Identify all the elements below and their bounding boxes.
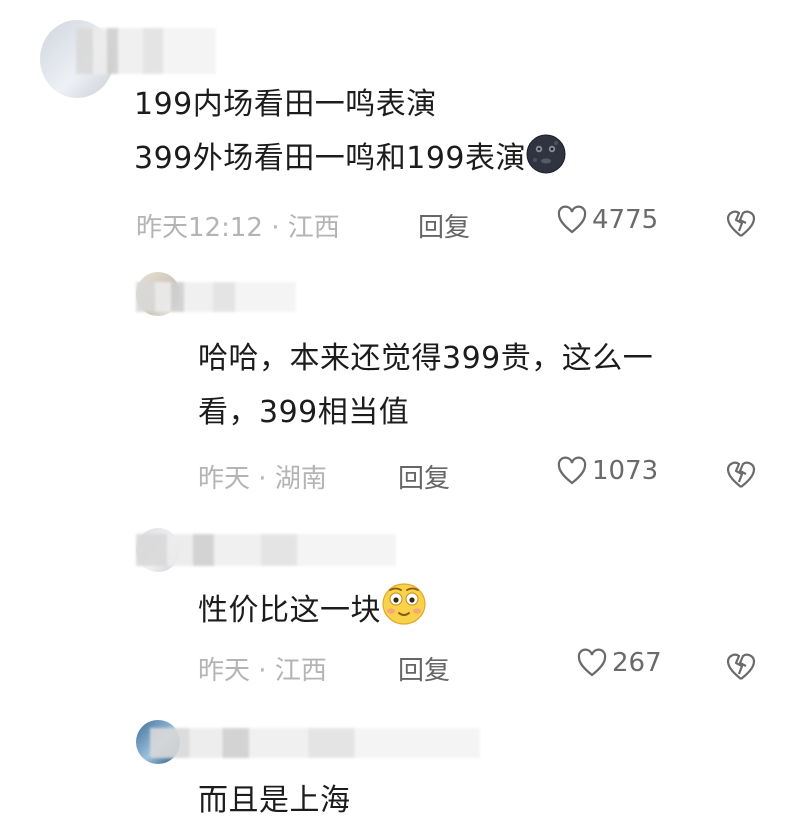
username[interactable] [136, 282, 296, 312]
comment-meta: 昨天12:12 · 江西 [136, 207, 340, 244]
broken-heart-icon[interactable] [724, 207, 758, 239]
comment-item: 哈哈，本来还觉得399贵，这么一 看，399相当值 昨天 · 湖南 回复 107… [0, 260, 800, 510]
reply-button[interactable]: 回复 [398, 650, 450, 687]
comment-line: 看，399相当值 [198, 395, 410, 430]
comment-time: 昨天 [198, 656, 251, 686]
moon-face-icon [526, 134, 566, 192]
comment-item: 199内场看田一鸣表演 399外场看田一鸣和199表演 昨天12:12 · 江西… [0, 0, 800, 250]
like-button[interactable]: 1073 [556, 456, 658, 486]
comment-text: 而且是上海 [198, 774, 351, 828]
comment-line: 性价比这一块 [198, 582, 427, 644]
flushed-face-icon [381, 582, 427, 644]
comment-time: 昨天12:12 [136, 213, 263, 243]
comment-location: 江西 [287, 213, 340, 243]
comment-location: 江西 [274, 656, 327, 686]
reply-button[interactable]: 回复 [418, 207, 470, 244]
like-count: 4775 [592, 205, 659, 235]
comment-meta: 昨天 · 湖南 [198, 458, 327, 495]
username[interactable] [136, 534, 396, 566]
meta-separator: · [271, 213, 280, 243]
broken-heart-icon[interactable] [724, 458, 758, 490]
comment-line: 哈哈，本来还觉得399贵，这么一 [198, 341, 654, 376]
username[interactable] [150, 728, 480, 758]
username[interactable] [76, 28, 216, 74]
like-count: 1073 [592, 456, 659, 486]
reply-button[interactable]: 回复 [398, 458, 450, 495]
comment-line: 399外场看田一鸣和199表演 [134, 132, 566, 192]
broken-heart-icon[interactable] [724, 650, 758, 682]
meta-separator: · [258, 464, 267, 494]
heart-icon [577, 648, 607, 677]
like-button[interactable]: 267 [576, 648, 662, 678]
meta-separator: · [258, 656, 267, 686]
heart-icon [557, 205, 587, 234]
comment-text: 哈哈，本来还觉得399贵，这么一 看，399相当值 [198, 332, 653, 440]
comment-text: 性价比这一块 [198, 582, 427, 644]
comment-time: 昨天 [198, 464, 251, 494]
comment-location: 湖南 [274, 464, 327, 494]
like-button[interactable]: 4775 [556, 205, 658, 235]
comment-meta: 昨天 · 江西 [198, 650, 327, 687]
comment-text: 199内场看田一鸣表演 399外场看田一鸣和199表演 [134, 78, 566, 192]
comment-line: 而且是上海 [198, 783, 351, 818]
heart-icon [557, 456, 587, 485]
comment-item: 性价比这一块 昨天 · 江西 回复 267 [0, 518, 800, 708]
like-count: 267 [612, 648, 662, 678]
comment-item: 而且是上海 [0, 712, 800, 835]
comment-line: 199内场看田一鸣表演 [134, 87, 437, 122]
